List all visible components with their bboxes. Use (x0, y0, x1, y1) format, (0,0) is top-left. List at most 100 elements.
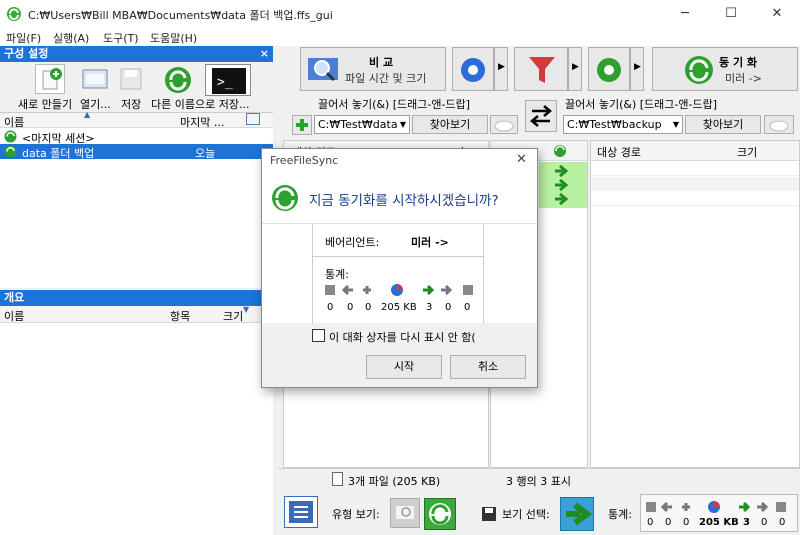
window-title: C:₩Users₩Bill MBA₩Documents₩data 폴더 백업.f… (28, 9, 333, 22)
sync-arrows-icon (272, 185, 298, 211)
batch-job-icon[interactable]: >_ (205, 64, 251, 96)
sync-confirm-dialog: FreeFileSync ✕ 지금 동기화를 시작하시겠습니까? 베어리언트: … (261, 148, 538, 388)
cancel-button[interactable]: 취소 (450, 355, 526, 379)
maximize-button[interactable]: ☐ (708, 0, 754, 28)
create-right-icon (555, 179, 568, 191)
config-col-name[interactable]: 이름 (4, 114, 24, 130)
filter-button[interactable] (514, 47, 568, 91)
stats-box: 0 0 0 205 KB 3 0 0 (640, 494, 798, 532)
right-folder-input[interactable]: C:₩Test₩backup ▼ (563, 115, 683, 134)
overview-panel-header: 개요 × (0, 290, 273, 306)
dont-show-again-checkbox[interactable] (312, 329, 325, 342)
view-select-button[interactable] (560, 497, 594, 531)
dont-show-again-label: 이 대화 상자를 다시 표시 안 함( (329, 331, 476, 344)
open-config-icon[interactable] (80, 64, 110, 94)
menu-tools[interactable]: 도구(T) (103, 30, 139, 46)
save-view-icon[interactable] (481, 506, 497, 522)
svg-text:>_: >_ (217, 75, 233, 90)
right-col-size[interactable]: 크기 (737, 144, 757, 160)
menu-action[interactable]: 실행(A) (53, 30, 89, 46)
compare-label: 비 교 (369, 56, 394, 69)
left-cloud-button[interactable] (490, 115, 518, 134)
table-row[interactable] (591, 192, 799, 206)
chevron-down-icon[interactable]: ▼ (400, 116, 406, 133)
list-item-selected[interactable]: data 폴더 백업 오늘 (0, 144, 273, 160)
dialog-question: 지금 동기화를 시작하시겠습니까? (309, 193, 499, 209)
compare-magnifier-icon (308, 58, 338, 82)
filter-dropdown[interactable]: ▶ (568, 47, 582, 91)
right-browse-button[interactable]: 찾아보기 (685, 115, 761, 134)
overview-col-name[interactable]: 이름 (4, 308, 24, 324)
overview-col-items[interactable]: 항목 (170, 308, 190, 324)
synchronize-sub-label: 미러 -> (725, 72, 762, 85)
right-cloud-button[interactable] (764, 115, 794, 134)
divider (313, 256, 483, 257)
swap-sides-button[interactable] (525, 100, 557, 132)
save-as-config-icon[interactable] (162, 64, 194, 96)
new-config-icon[interactable] (35, 64, 65, 94)
column-settings-icon[interactable] (246, 113, 260, 125)
dialog-title: FreeFileSync (270, 154, 339, 167)
right-col-name[interactable]: 대상 경로 (597, 144, 641, 160)
variant-value: 미러 -> (411, 236, 449, 249)
compare-settings-dropdown[interactable]: ▶ (494, 47, 508, 91)
start-button[interactable]: 시작 (366, 355, 442, 379)
list-item[interactable]: <마지막 세션> (0, 129, 273, 145)
sync-settings-button[interactable] (588, 47, 630, 91)
config-panel-header: 구성 설정 × (0, 46, 273, 62)
overview-panel-title: 개요 (4, 291, 25, 304)
menu-help[interactable]: 도움말(H) (150, 30, 197, 46)
compare-settings-button[interactable] (452, 47, 494, 91)
save-config-icon[interactable] (118, 64, 144, 94)
stat-delete-left: 0 (647, 517, 654, 528)
close-window-button[interactable]: ✕ (754, 0, 800, 28)
dialog-title-bar: FreeFileSync ✕ (262, 149, 537, 173)
config-item-name: data 폴더 백업 (22, 147, 95, 160)
dialog-stat-delete-right: 0 (464, 302, 471, 313)
filter-funnel-icon (529, 57, 555, 83)
config-list: 이름 ▲ 마지막 ... <마지막 세션> data 폴더 백업 오늘 (0, 110, 273, 288)
overview-list: 이름 항목 크기 ▼ (0, 305, 273, 535)
left-folder-input[interactable]: C:₩Test₩data ▼ (314, 115, 410, 134)
synchronize-button[interactable]: 동 기 화 미러 -> (652, 47, 798, 91)
config-col-last[interactable]: 마지막 ... (180, 114, 224, 130)
view-type-label: 유형 보기: (332, 508, 380, 521)
stat-update-right: 0 (761, 517, 768, 528)
add-folder-pair-button[interactable] (292, 115, 312, 135)
sync-arrows-icon (554, 145, 566, 157)
minimize-button[interactable]: ─ (662, 0, 708, 28)
dialog-stat-update-right: 0 (445, 302, 452, 313)
right-file-grid[interactable]: 대상 경로 크기 (590, 140, 800, 468)
left-browse-button[interactable]: 찾아보기 (412, 115, 488, 134)
dialog-close-button[interactable]: ✕ (516, 152, 527, 167)
menu-bar: 파일(F) 실행(A) 도구(T) 도움말(H) (0, 28, 800, 46)
table-row[interactable] (591, 177, 799, 191)
view-type-compare-button[interactable] (390, 498, 420, 528)
sync-arrows-icon (429, 503, 451, 525)
chevron-right-icon: ▶ (572, 62, 579, 72)
chevron-down-icon[interactable]: ▼ (673, 116, 679, 133)
gear-icon (597, 58, 621, 82)
sync-settings-dropdown[interactable]: ▶ (630, 47, 644, 91)
compare-view-icon (396, 506, 414, 519)
create-right-icon (566, 502, 592, 526)
list-icon (289, 501, 313, 523)
view-type-sync-button[interactable] (424, 498, 456, 530)
compare-button[interactable]: 비 교 파일 시간 및 크기 (300, 47, 446, 91)
status-bar: 3개 파일 (205 KB) 3 행의 3 표시 (278, 468, 800, 488)
config-panel-title: 구성 설정 (4, 47, 49, 60)
overview-col-size[interactable]: 크기 (223, 308, 243, 324)
swap-arrows-icon (530, 105, 552, 127)
dialog-body: 베어리언트: 미러 -> 통계: 0 0 0 205 KB 3 0 0 (262, 223, 537, 324)
create-right-icon (555, 165, 568, 177)
menu-file[interactable]: 파일(F) (6, 30, 41, 46)
table-row[interactable] (591, 162, 799, 176)
dialog-header: 지금 동기화를 시작하시겠습니까? (262, 173, 537, 223)
status-rows-shown: 3 행의 3 표시 (506, 475, 571, 488)
save-as-config-label: 다른 이름으로 저장... (151, 98, 250, 111)
overview-toggle-button[interactable] (284, 496, 318, 528)
config-panel-close-button[interactable]: × (260, 46, 269, 62)
left-folder-path: C:₩Test₩data (318, 118, 398, 131)
config-item-last: 오늘 (195, 147, 216, 160)
sync-arrows-icon (685, 56, 713, 84)
